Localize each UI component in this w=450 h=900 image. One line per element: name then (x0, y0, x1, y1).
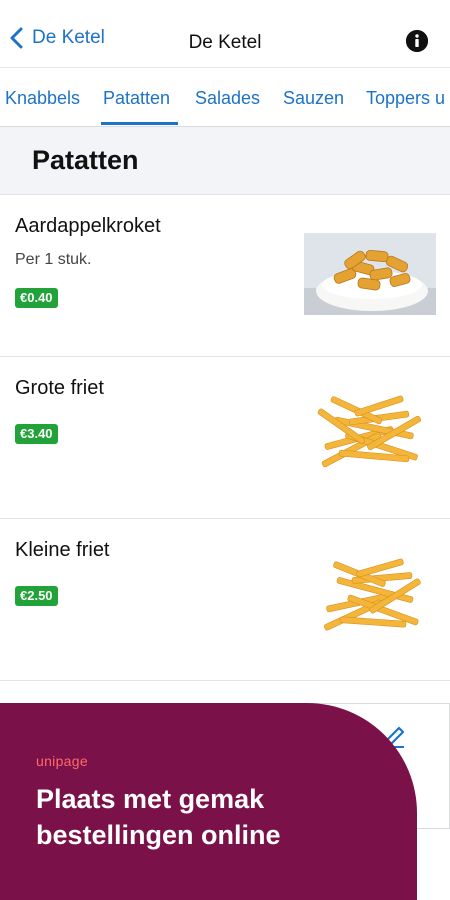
croquettes-image (304, 233, 436, 315)
item-name: Kleine friet (15, 539, 110, 561)
tab-knabbels[interactable]: Knabbels (5, 88, 80, 109)
banner-headline: Plaats met gemak bestellingen online (36, 784, 281, 850)
info-button[interactable] (406, 30, 428, 52)
section-title: Patatten (32, 145, 139, 175)
menu-item[interactable]: Aardappelkroket Per 1 stuk. €0.40 (0, 195, 450, 357)
page-title: De Ketel (188, 32, 262, 53)
info-icon (406, 30, 428, 52)
price-badge: €0.40 (15, 288, 58, 308)
section-header: Patatten (0, 127, 450, 195)
tab-patatten[interactable]: Patatten (103, 88, 170, 109)
price-badge: €2.50 (15, 586, 58, 606)
fries-image (304, 395, 436, 477)
item-description: Per 1 stuk. (15, 251, 92, 268)
item-name: Aardappelkroket (15, 215, 161, 237)
price-badge: €3.40 (15, 424, 58, 444)
promo-banner[interactable]: unipage Plaats met gemak bestellingen on… (0, 703, 417, 900)
tab-salades[interactable]: Salades (195, 88, 260, 109)
item-name: Grote friet (15, 377, 104, 399)
menu-item[interactable]: Grote friet €3.40 (0, 357, 450, 519)
tab-sauzen[interactable]: Sauzen (283, 88, 344, 109)
tab-toppers[interactable]: Toppers u (366, 88, 445, 109)
menu-item[interactable]: Kleine friet €2.50 (0, 519, 450, 681)
fries-image (304, 557, 436, 639)
active-tab-indicator (101, 122, 178, 125)
top-bar: De Ketel De Ketel (0, 0, 450, 68)
brand-logo: unipage (36, 753, 88, 769)
category-tabs: Knabbels Patatten Salades Sauzen Toppers… (0, 69, 450, 127)
